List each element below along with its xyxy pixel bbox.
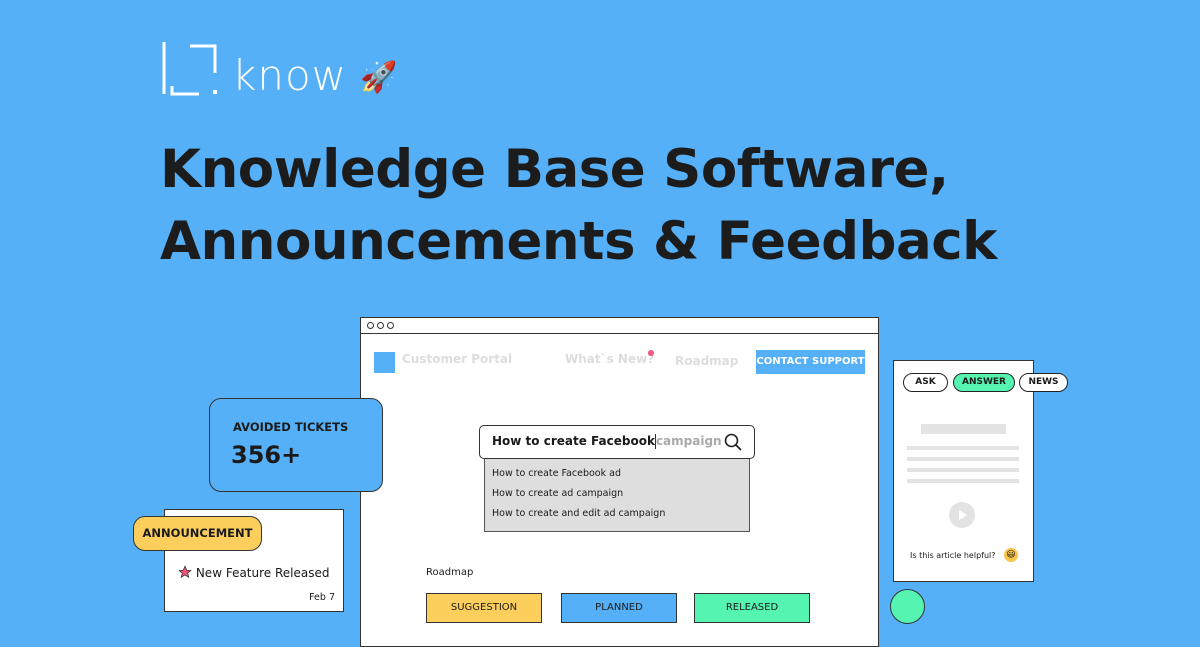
play-icon	[959, 510, 967, 520]
stat-value: 356+	[231, 441, 302, 469]
window-dot-icon[interactable]	[387, 322, 394, 329]
status-planned[interactable]: PLANNED	[561, 593, 677, 623]
nav-customer-portal[interactable]: Customer Portal	[402, 352, 512, 366]
placeholder-title	[921, 424, 1006, 434]
placeholder-line	[907, 479, 1019, 483]
placeholder-line	[907, 457, 1019, 461]
stat-label: AVOIDED TICKETS	[233, 420, 349, 434]
chat-launcher-button[interactable]	[890, 589, 925, 624]
tab-answer[interactable]: ANSWER	[953, 373, 1015, 392]
helpful-prompt: Is this article helpful?	[910, 551, 996, 560]
play-video-button[interactable]	[949, 502, 975, 528]
logo-text: know	[232, 51, 347, 100]
headline-line-1: Knowledge Base Software,	[160, 139, 949, 200]
tab-ask[interactable]: ASK	[903, 373, 948, 392]
search-autocomplete: campaign	[655, 434, 722, 448]
announcement-title: New Feature Released	[178, 565, 329, 580]
window-dot-icon[interactable]	[377, 322, 384, 329]
browser-window: Customer Portal What`s New? Roadmap CONT…	[360, 317, 879, 647]
placeholder-line	[907, 468, 1019, 472]
suggestion-item[interactable]: How to create and edit ad campaign	[492, 505, 742, 525]
contact-support-button[interactable]: CONTACT SUPPORT	[756, 350, 865, 374]
nav-whats-new[interactable]: What`s New?	[565, 352, 654, 366]
notification-dot	[648, 350, 654, 356]
tab-news[interactable]: NEWS	[1019, 373, 1068, 392]
status-released[interactable]: RELEASED	[694, 593, 810, 623]
portal-logo-icon	[374, 352, 395, 373]
announcement-title-text: New Feature Released	[195, 566, 330, 580]
star-icon	[178, 565, 192, 579]
logo-icon	[162, 42, 217, 96]
avoided-tickets-card: AVOIDED TICKETS 356+	[209, 398, 383, 492]
smile-feedback-icon[interactable]: 😃	[1004, 548, 1018, 562]
placeholder-line	[907, 446, 1019, 450]
search-typed-text: How to create Facebook	[492, 434, 655, 448]
status-suggestion[interactable]: SUGGESTION	[426, 593, 542, 623]
window-titlebar	[361, 318, 878, 334]
nav-roadmap[interactable]: Roadmap	[675, 354, 738, 368]
search-suggestions: How to create Facebook ad How to create …	[484, 458, 750, 532]
rocket-icon: 🚀	[360, 60, 398, 95]
suggestion-item[interactable]: How to create Facebook ad	[492, 465, 742, 485]
headline-line-2: Announcements & Feedback	[160, 211, 997, 272]
announcement-date: Feb 7	[309, 592, 335, 603]
roadmap-label: Roadmap	[426, 567, 474, 578]
suggestion-item[interactable]: How to create ad campaign	[492, 485, 742, 505]
search-icon[interactable]	[724, 433, 742, 451]
search-input[interactable]: How to create Facebookcampaign	[479, 425, 755, 459]
announcement-badge: ANNOUNCEMENT	[133, 516, 262, 551]
window-dot-icon[interactable]	[367, 322, 374, 329]
